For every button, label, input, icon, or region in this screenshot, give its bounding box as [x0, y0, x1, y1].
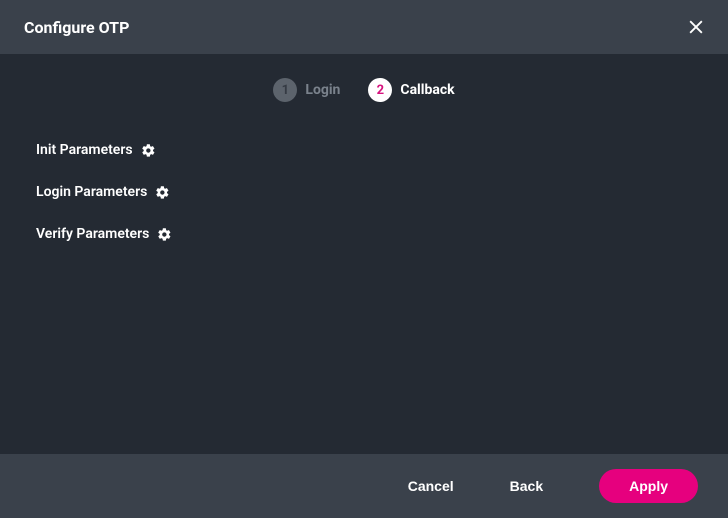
step-number: 1 — [273, 78, 297, 102]
back-button[interactable]: Back — [510, 478, 543, 494]
step-callback[interactable]: 2 Callback — [368, 78, 454, 102]
init-parameters-row[interactable]: Init Parameters — [36, 142, 692, 158]
modal-title: Configure OTP — [24, 18, 129, 37]
gear-icon — [141, 143, 156, 158]
verify-parameters-row[interactable]: Verify Parameters — [36, 226, 692, 242]
modal-content: Init Parameters Login Parameters Verify … — [0, 122, 728, 454]
modal-header: Configure OTP — [0, 0, 728, 54]
apply-button[interactable]: Apply — [599, 469, 698, 503]
stepper: 1 Login 2 Callback — [0, 54, 728, 122]
step-login[interactable]: 1 Login — [273, 78, 340, 102]
login-parameters-row[interactable]: Login Parameters — [36, 184, 692, 200]
modal-footer: Cancel Back Apply — [0, 454, 728, 518]
param-label: Verify Parameters — [36, 226, 149, 242]
close-icon — [686, 17, 706, 37]
configure-otp-modal: Configure OTP 1 Login 2 Callback Init Pa… — [0, 0, 728, 518]
gear-icon — [157, 227, 172, 242]
param-label: Init Parameters — [36, 142, 133, 158]
gear-icon — [155, 185, 170, 200]
step-label: Login — [305, 82, 340, 98]
param-label: Login Parameters — [36, 184, 147, 200]
close-button[interactable] — [682, 13, 710, 41]
step-label: Callback — [400, 82, 454, 98]
cancel-button[interactable]: Cancel — [408, 478, 454, 494]
step-number: 2 — [368, 78, 392, 102]
